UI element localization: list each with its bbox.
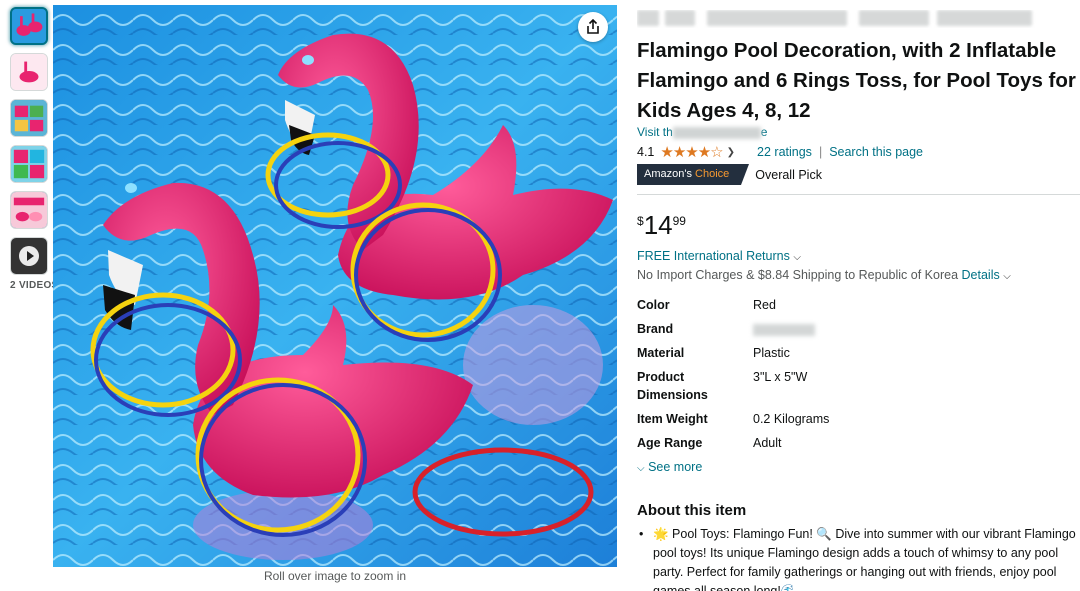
rating-value: 4.1 (637, 145, 655, 159)
thumbnail-1[interactable] (10, 7, 48, 45)
shipping-info: No Import Charges & $8.84 Shipping to Re… (637, 268, 1011, 282)
chevron-down-icon: ⌵ (637, 463, 645, 474)
video-count-label: 2 VIDEOS (10, 280, 59, 291)
chevron-down-icon: ⌵ (1003, 271, 1011, 282)
spec-row: Age Range Adult (637, 436, 782, 450)
thumbnail-strip (10, 7, 50, 283)
spec-row: Brand (637, 317, 1080, 341)
spec-row: Item Weight 0.2 Kilograms (637, 412, 830, 426)
spec-row: Color Red (637, 298, 776, 312)
thumbnail-5[interactable] (10, 191, 48, 229)
spec-row: Material Plastic (637, 346, 790, 360)
spec-row: (Description) (637, 455, 1080, 458)
price: $ 14 99 (637, 210, 686, 240)
main-product-image[interactable] (53, 5, 617, 567)
zoom-hint: Roll over image to zoom in (263, 569, 407, 583)
shipping-details-link[interactable]: Details (962, 268, 1000, 282)
product-title: Flamingo Pool Decoration, with 2 Inflata… (637, 39, 1076, 122)
about-heading: About this item (637, 502, 747, 519)
visit-store-link[interactable]: Visit th e (637, 125, 767, 139)
search-page-link[interactable]: Search this page (829, 145, 923, 159)
overall-pick-label: Overall Pick (755, 167, 822, 182)
about-bullet: • 🌟 Pool Toys: Flamingo Fun! 🔍 Dive into… (639, 527, 1076, 591)
redacted-title-line (637, 10, 1037, 28)
product-specs-table: Color Red Brand Material Plastic Product D… (637, 293, 1080, 458)
amazons-choice-badge: Amazon's Choice (637, 164, 750, 185)
thumbnail-video[interactable] (10, 237, 48, 275)
share-icon (587, 19, 599, 34)
thumbnail-4[interactable] (10, 145, 48, 183)
chevron-down-icon: ⌵ (793, 252, 801, 263)
chevron-down-icon[interactable]: ❯ (727, 147, 735, 158)
spec-row: Product Dimensions 3"L x 5"W (637, 370, 808, 402)
thumbnail-3[interactable] (10, 99, 48, 137)
rating-row: 4.1 ★★★★☆ ❯ 22 ratings | Search this pag… (637, 143, 923, 161)
see-more-link[interactable]: ⌵ See more (637, 460, 702, 474)
play-icon (19, 246, 39, 266)
returns-link[interactable]: FREE International Returns ⌵ (637, 249, 801, 263)
ratings-count-link[interactable]: 22 ratings (757, 145, 812, 159)
star-rating-icon[interactable]: ★★★★☆ (660, 143, 723, 161)
badge-row: Amazon's Choice Overall Pick (637, 164, 822, 185)
share-button[interactable] (578, 12, 608, 42)
divider (637, 194, 1080, 195)
thumbnail-2[interactable] (10, 53, 48, 91)
